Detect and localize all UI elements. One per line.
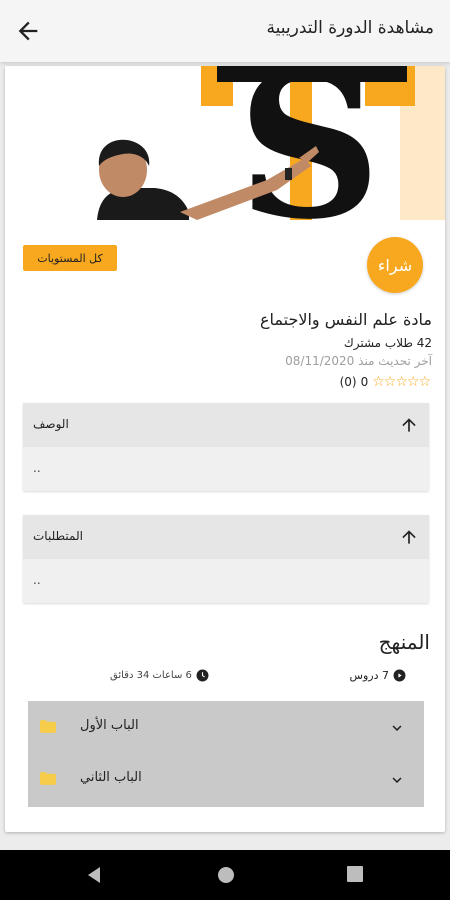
folder-icon — [40, 720, 56, 733]
buy-button[interactable]: شراء — [367, 237, 423, 293]
course-hero-image: S — [5, 66, 445, 220]
course-title: مادة علم النفس والاجتماع — [259, 310, 432, 329]
requirements-label: المتطلبات — [33, 529, 83, 543]
curriculum-title: المنهج — [378, 630, 430, 654]
lessons-count: 7 دروس — [350, 669, 406, 682]
play-circle-icon — [393, 669, 406, 682]
rating-value: 0 — [360, 375, 369, 389]
students-count: 42 طلاب مشترك — [343, 336, 432, 350]
last-updated: آخر تحديث منذ 08/11/2020 — [285, 354, 432, 368]
clock-icon — [196, 669, 209, 682]
description-body: .. — [33, 461, 41, 475]
duration: 6 ساعات 34 دقائق — [110, 669, 209, 682]
chapter-name: الباب الأول — [80, 718, 139, 733]
chapters-list: الباب الأول الباب الثاني — [28, 701, 424, 807]
description-header[interactable]: الوصف — [23, 403, 429, 447]
nav-home-icon[interactable] — [217, 866, 235, 884]
folder-icon — [40, 772, 56, 785]
arrow-back-icon[interactable] — [14, 17, 42, 45]
app-bar: مشاهدة الدورة التدريبية — [0, 0, 450, 62]
nav-back-icon[interactable] — [86, 866, 102, 884]
arrow-up-icon[interactable] — [399, 415, 419, 435]
requirements-body: .. — [33, 573, 41, 587]
chapter-item[interactable]: الباب الأول — [28, 703, 424, 753]
arrow-up-icon[interactable] — [399, 527, 419, 547]
rating-row: ☆☆☆☆☆ 0 (0) — [339, 373, 431, 391]
chevron-down-icon[interactable] — [388, 719, 406, 737]
requirements-header[interactable]: المتطلبات — [23, 515, 429, 559]
chapter-item[interactable]: الباب الثاني — [28, 755, 424, 805]
chevron-down-icon[interactable] — [388, 771, 406, 789]
hero-illustration: S — [5, 66, 445, 220]
rating-count: (0) — [339, 375, 357, 389]
rating-stars: ☆☆☆☆☆ — [372, 374, 431, 390]
description-label: الوصف — [33, 417, 69, 431]
system-nav-bar — [0, 850, 450, 900]
requirements-panel[interactable]: المتطلبات .. — [23, 515, 429, 603]
nav-recents-icon[interactable] — [347, 866, 363, 882]
description-panel[interactable]: الوصف .. — [23, 403, 429, 491]
svg-text:S: S — [237, 66, 381, 220]
page-title: مشاهدة الدورة التدريبية — [266, 18, 434, 38]
chapter-name: الباب الثاني — [80, 770, 142, 785]
all-levels-button[interactable]: كل المستويات — [23, 245, 117, 271]
